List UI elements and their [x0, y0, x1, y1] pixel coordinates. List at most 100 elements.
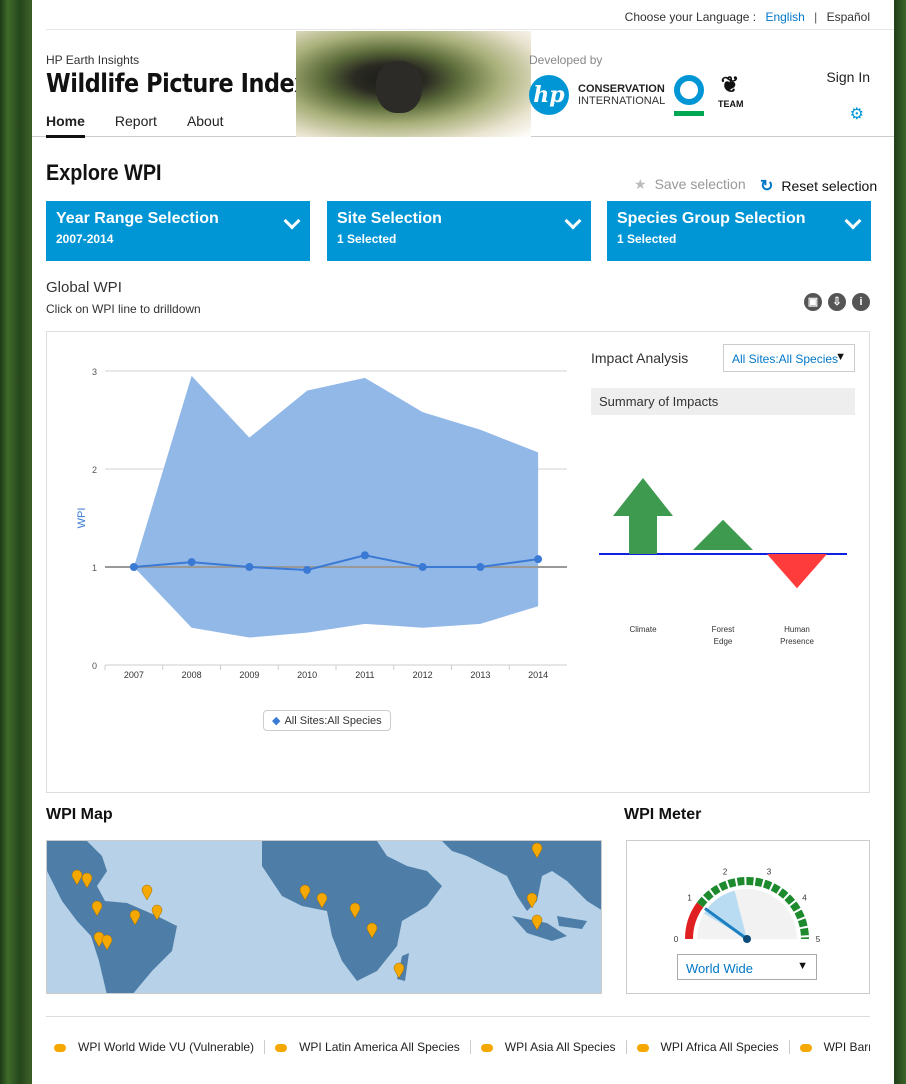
chart-panel: 0 1 2 3 2007 2008 2009 2010 2011 2012 2013 2014 WPI …: [46, 331, 870, 793]
team-label: TEAM: [718, 99, 744, 109]
map-legend-item[interactable]: WPI World Wide VU (Vulnerable): [54, 1040, 266, 1054]
download-icon[interactable]: ⇩: [828, 293, 846, 311]
impact-analysis-title: Impact Analysis: [591, 350, 689, 366]
hp-logo[interactable]: hp: [529, 75, 569, 115]
team-logo[interactable]: ❦ TEAM: [718, 71, 744, 115]
x-tick-label: 2008: [182, 670, 202, 680]
brand-title[interactable]: Wildlife Picture Index: [46, 69, 309, 99]
impact-analysis-select[interactable]: All Sites:All Species ▼: [723, 344, 855, 372]
y-axis-label: WPI: [76, 508, 88, 529]
y-tick-label: 3: [92, 367, 97, 377]
map-pin-icon: [141, 884, 153, 901]
legend-dot-icon: [54, 1043, 66, 1052]
caret-down-icon: ▼: [835, 351, 846, 363]
y-tick-label: 2: [92, 465, 97, 475]
global-wpi-title: Global WPI: [46, 279, 122, 296]
wpi-line-chart[interactable]: 0 1 2 3 2007 2008 2009 2010 2011 2012 2013 2014 WPI: [47, 332, 577, 752]
nav-home[interactable]: Home: [46, 113, 85, 138]
wpi-map-title: WPI Map: [46, 806, 113, 823]
ci-ring-icon: [674, 75, 704, 105]
divider: [46, 1016, 870, 1017]
x-tick-label: 2010: [297, 670, 317, 680]
conservation-international-logo[interactable]: CONSERVATION INTERNATIONAL: [578, 83, 665, 107]
impact-arrow: [613, 478, 673, 554]
site-selection-title: Site Selection: [337, 210, 442, 227]
page: Choose your Language : English | Español…: [32, 0, 894, 1084]
chart-legend-item[interactable]: ◆ All Sites:All Species: [263, 710, 391, 731]
nav-about[interactable]: About: [187, 113, 224, 138]
wpi-gauge: 0 1 2 3 4 5: [674, 867, 821, 944]
map-legend-item[interactable]: WPI Latin America All Species: [275, 1040, 471, 1054]
impact-select-value: All Sites:All Species: [732, 352, 839, 366]
impact-label: Forest: [712, 625, 735, 634]
map-land-asia: [442, 841, 601, 911]
gear-icon[interactable]: ⚙: [850, 104, 864, 124]
wpi-map[interactable]: [46, 840, 602, 994]
nav-report[interactable]: Report: [115, 113, 157, 138]
map-legend-label: WPI Asia All Species: [504, 1040, 616, 1054]
y-tick-label: 1: [92, 563, 97, 573]
site-selection-dropdown[interactable]: Site Selection 1 Selected: [327, 201, 591, 261]
x-tick-label: 2009: [239, 670, 259, 680]
map-legend-label: WPI Africa All Species: [660, 1040, 779, 1054]
language-english-link[interactable]: English: [765, 10, 804, 24]
data-point: [129, 563, 138, 571]
data-point: [245, 563, 254, 571]
x-tick-label: 2012: [413, 670, 433, 680]
refresh-icon: ↻: [760, 178, 774, 195]
data-point: [418, 563, 427, 571]
impact-label: Climate: [629, 625, 657, 634]
legend-dot-icon: [480, 1043, 493, 1052]
data-point: [303, 565, 312, 574]
map-legend-item[interactable]: WPI Barro Colorado Nat: [799, 1040, 870, 1054]
data-point: [534, 555, 543, 564]
map-legend-label: WPI Latin America All Species: [299, 1040, 460, 1054]
legend-dot-icon: [275, 1043, 288, 1052]
impact-label: Human: [784, 625, 810, 634]
gauge-tick-label: 4: [802, 893, 807, 902]
save-selection-label: Save selection: [654, 176, 746, 192]
developed-by-label: Developed by: [529, 53, 603, 67]
language-spanish-link[interactable]: Español: [827, 10, 870, 24]
y-tick-label: 0: [92, 661, 97, 671]
meter-region-select[interactable]: World Wide ▼: [677, 954, 817, 980]
reset-selection-button[interactable]: ↻ Reset selection: [760, 176, 877, 196]
impact-label: Presence: [780, 637, 814, 646]
impact-chart: Climate Forest Edge Human Presence: [599, 478, 847, 646]
legend-marker-icon: ◆: [272, 715, 281, 727]
x-tick-label: 2014: [528, 670, 548, 680]
caret-down-icon: ▼: [797, 960, 808, 972]
star-icon: ★: [634, 176, 647, 192]
map-legend-item[interactable]: WPI Africa All Species: [636, 1040, 790, 1054]
ci-line2: INTERNATIONAL: [578, 95, 666, 107]
legend-series-label: All Sites:All Species: [284, 715, 382, 727]
species-group-value: 1 Selected: [617, 232, 677, 246]
year-range-dropdown[interactable]: Year Range Selection 2007-2014: [46, 201, 310, 261]
ci-line1: CONSERVATION: [578, 83, 665, 95]
summary-of-impacts-header: Summary of Impacts: [591, 388, 855, 415]
team-leaf-icon: ❦: [720, 72, 740, 97]
data-point: [476, 563, 485, 571]
world-map: [47, 841, 601, 993]
year-range-title: Year Range Selection: [56, 210, 219, 227]
species-group-dropdown[interactable]: Species Group Selection 1 Selected: [607, 201, 871, 261]
print-icon[interactable]: ▣: [804, 293, 822, 311]
map-legend-item[interactable]: WPI Asia All Species: [480, 1040, 627, 1054]
save-selection-button[interactable]: ★ Save selection: [634, 176, 746, 193]
gauge-tick-label: 5: [816, 935, 821, 944]
data-point: [360, 551, 369, 560]
gauge-tick-label: 3: [767, 867, 772, 876]
info-icon[interactable]: i: [852, 293, 870, 311]
legend-dot-icon: [799, 1043, 812, 1052]
global-wpi-subtitle: Click on WPI line to drilldown: [46, 302, 201, 316]
site-selection-value: 1 Selected: [337, 232, 397, 246]
ci-bar-icon: [674, 111, 704, 116]
map-land-indonesia: [512, 916, 587, 941]
language-bar: Choose your Language : English | Español: [46, 0, 894, 30]
sign-in-link[interactable]: Sign In: [826, 69, 870, 85]
gauge-tick-label: 2: [723, 867, 728, 876]
impact-label: Edge: [714, 637, 733, 646]
language-label: Choose your Language :: [624, 10, 757, 24]
gorilla-banner-image: [296, 31, 531, 137]
x-tick-label: 2007: [124, 670, 144, 680]
